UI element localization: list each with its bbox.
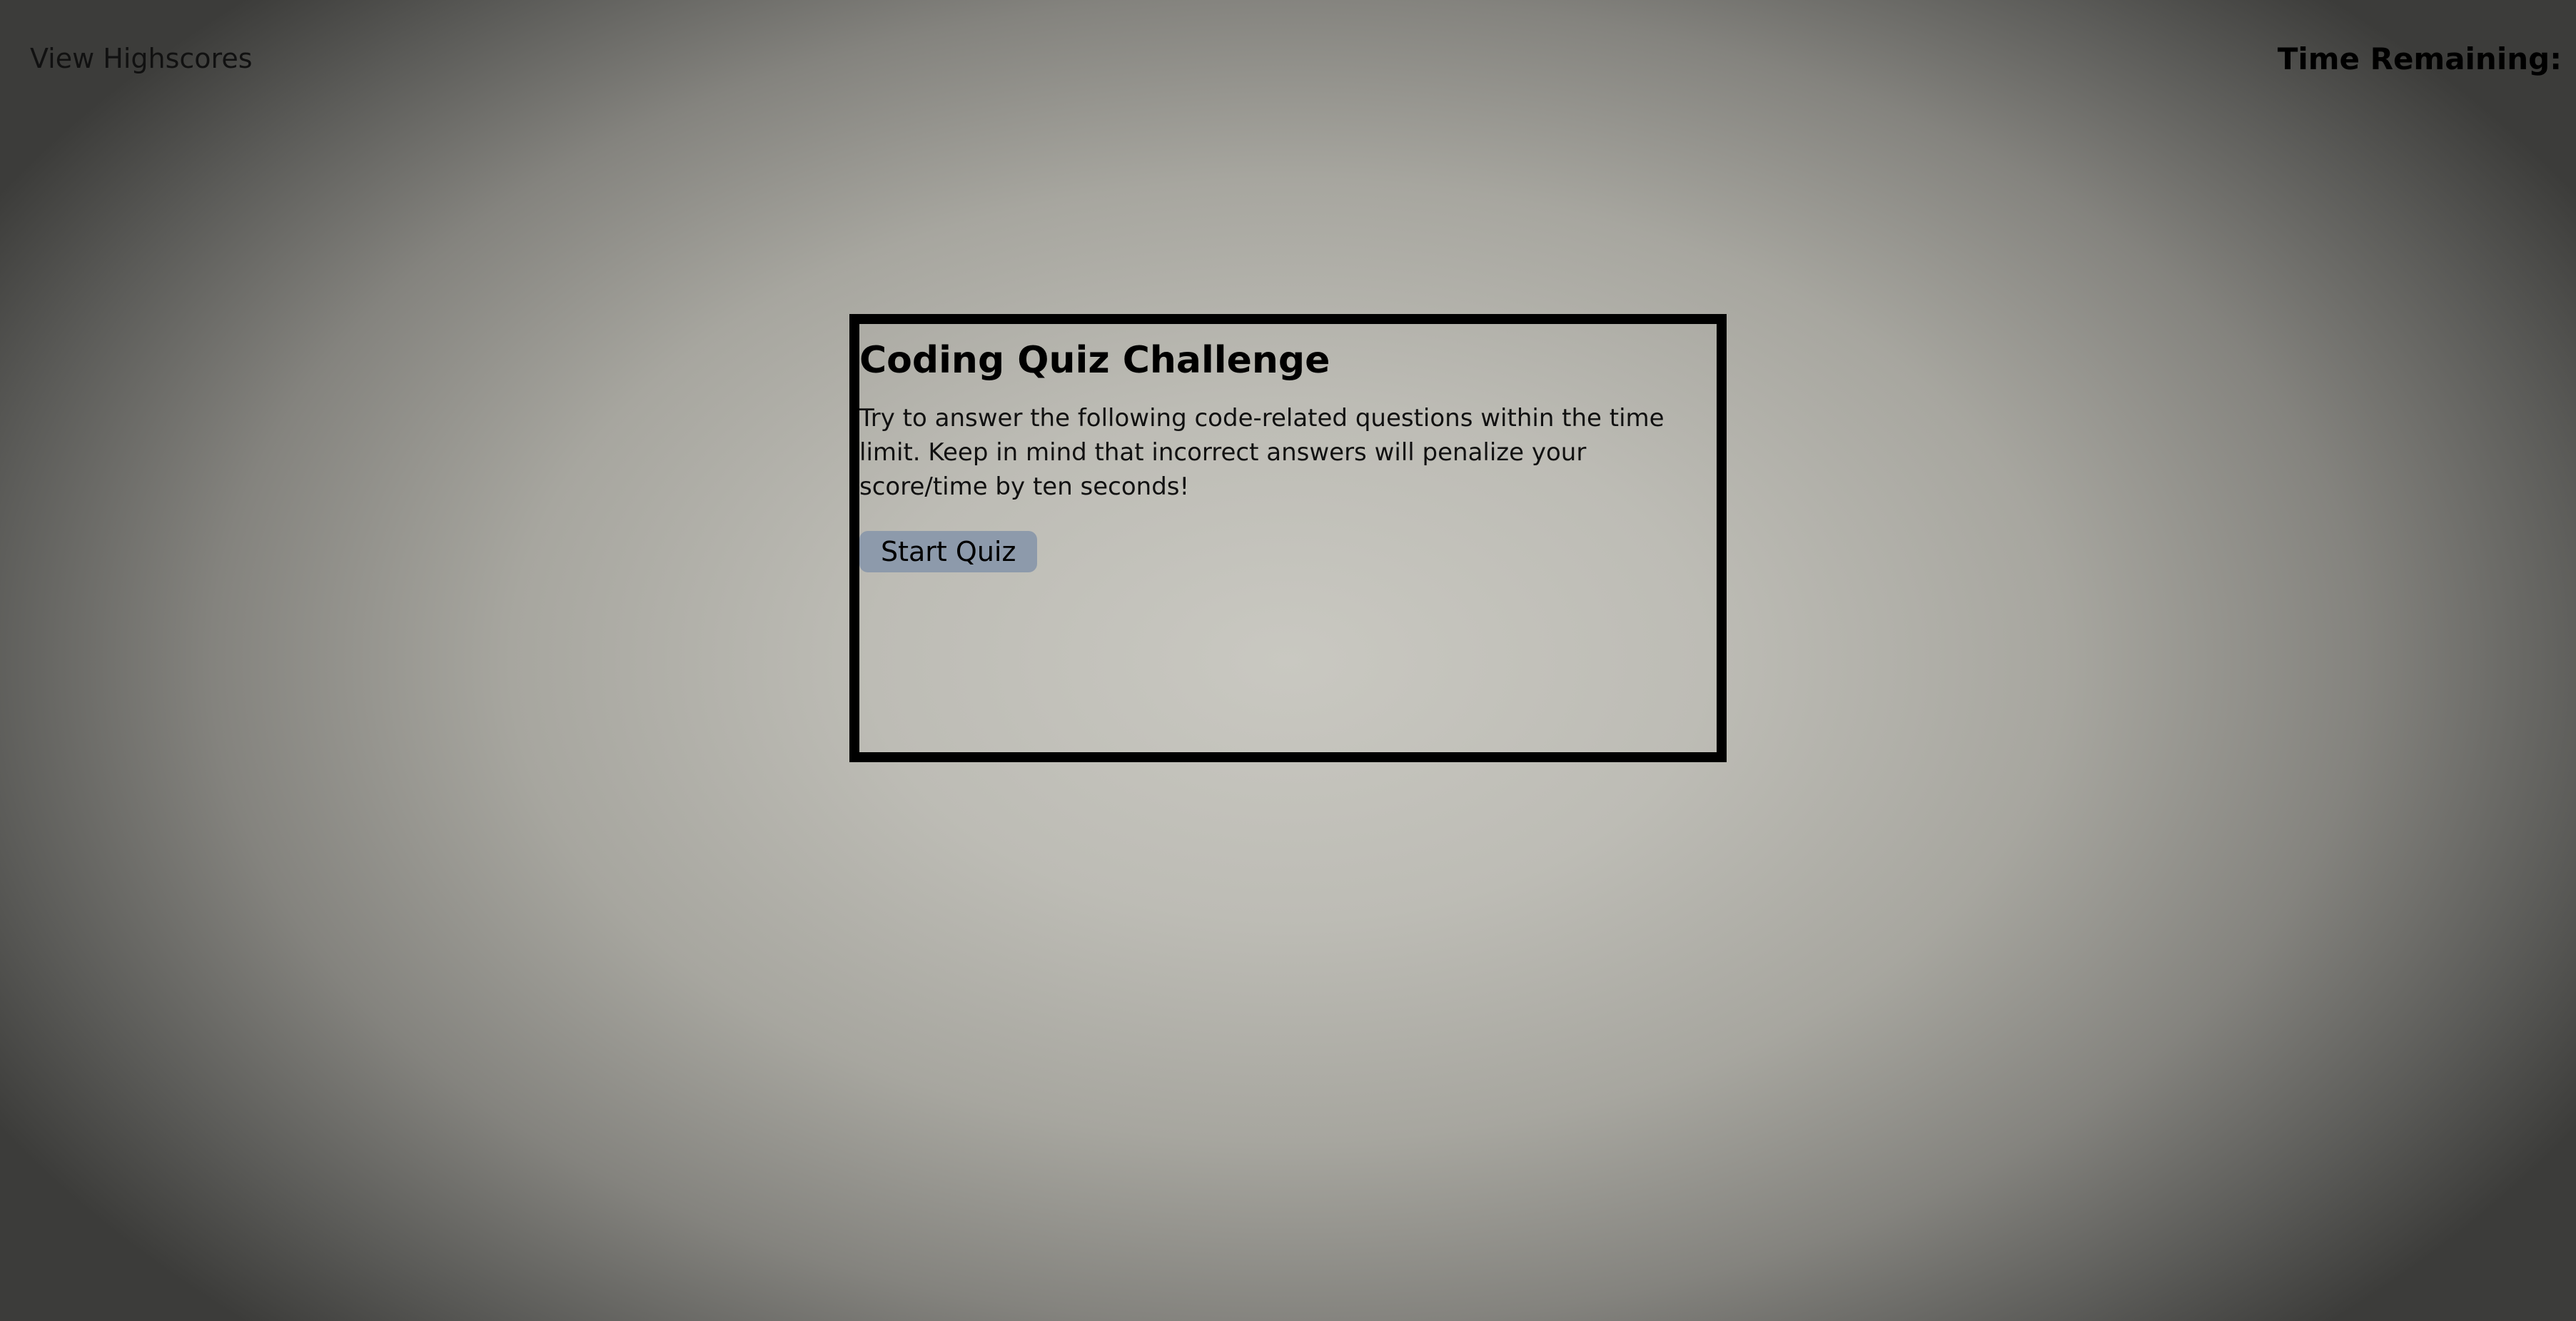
start-quiz-button[interactable]: Start Quiz — [859, 531, 1038, 572]
quiz-description: Try to answer the following code-related… — [859, 404, 1665, 501]
time-remaining-label: Time Remaining: — [2277, 41, 2562, 76]
quiz-title: Coding Quiz Challenge — [859, 339, 1330, 382]
top-bar: View Highscores Time Remaining: — [0, 0, 2576, 128]
view-highscores-link[interactable]: View Highscores — [30, 43, 253, 74]
quiz-start-card: Coding Quiz Challenge Try to answer the … — [849, 314, 1727, 762]
